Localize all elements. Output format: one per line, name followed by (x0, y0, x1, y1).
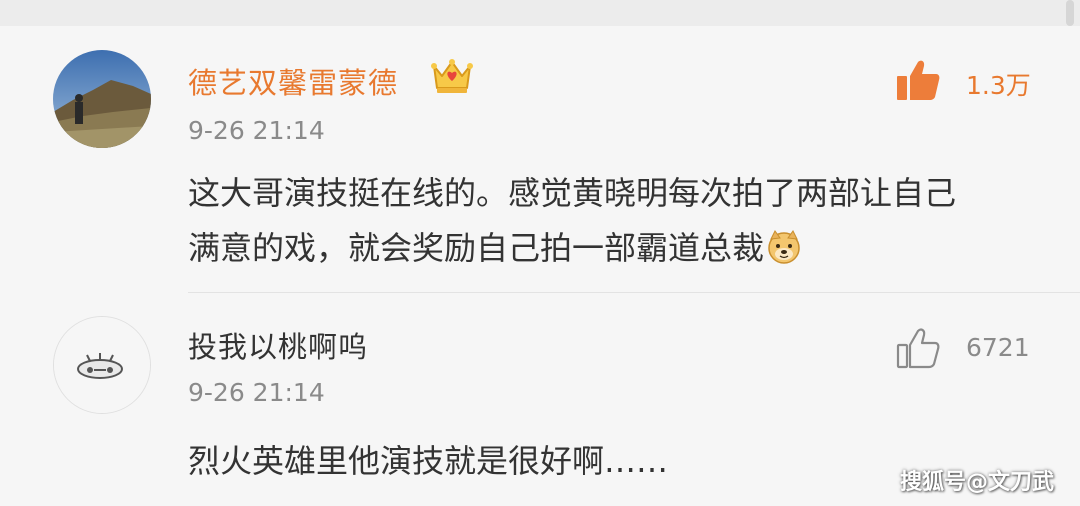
username[interactable]: 德艺双馨雷蒙德 (188, 60, 398, 102)
avatar[interactable] (53, 316, 151, 414)
like-count: 1.3万 (966, 71, 1031, 100)
comment-time: 9-26 21:14 (188, 116, 325, 145)
crown-icon (430, 56, 474, 96)
comment-time: 9-26 21:14 (188, 378, 325, 407)
avatar-landscape-image (53, 50, 151, 148)
comment-divider (188, 292, 1080, 293)
avatar[interactable] (53, 50, 151, 148)
comment-content-line: 满意的戏，就会奖励自己拍一部霸道总裁 (188, 221, 1048, 276)
thumbs-up-icon[interactable] (894, 56, 942, 104)
watermark: 搜狐号@文刀武 (899, 470, 1054, 495)
avatar-doodle-image (54, 317, 150, 413)
doge-emoji-icon (766, 227, 802, 264)
comment-content-text: 满意的戏，就会奖励自己拍一部霸道总裁 (188, 229, 765, 267)
comment-content-line: 这大哥演技挺在线的。感觉黄晓明每次拍了两部让自己 (188, 174, 957, 212)
thumbs-up-icon[interactable] (894, 324, 942, 372)
username[interactable]: 投我以桃啊呜 (188, 324, 368, 366)
top-bar (0, 0, 1080, 26)
scrollbar[interactable] (1066, 0, 1074, 26)
comment-content: 这大哥演技挺在线的。感觉黄晓明每次拍了两部让自己 满意的戏，就会奖励自己拍一部霸… (188, 166, 1048, 276)
like-count: 6721 (966, 333, 1030, 362)
